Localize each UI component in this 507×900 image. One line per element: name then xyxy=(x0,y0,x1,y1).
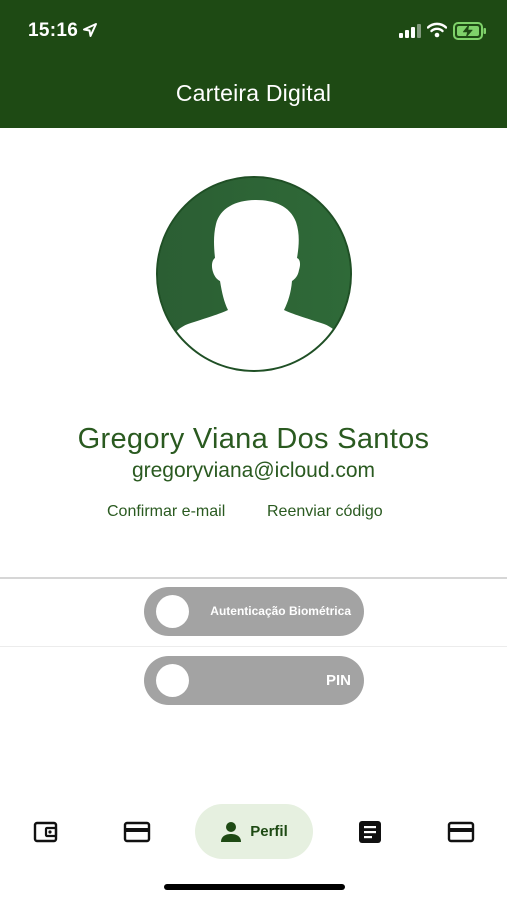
page-title: Carteira Digital xyxy=(175,80,332,106)
tab-profile-label: Perfil xyxy=(250,823,288,840)
user-email: gregoryviana@icloud.com xyxy=(131,459,376,482)
status-time: 15:16 xyxy=(28,20,79,41)
biometric-auth-toggle[interactable]: Autenticação Biométrica xyxy=(144,587,364,636)
avatar[interactable] xyxy=(156,176,352,372)
tab-wallet[interactable] xyxy=(26,814,66,850)
tab-cards-secondary[interactable] xyxy=(441,814,481,850)
credit-card-icon xyxy=(123,821,151,843)
confirm-email-link[interactable]: Confirmar e-mail xyxy=(107,503,225,521)
bottom-tab-bar: Perfil xyxy=(0,800,507,864)
divider xyxy=(0,577,507,579)
wallet-icon xyxy=(33,821,58,843)
app-header: 15:16 Carteira Digital xyxy=(0,0,507,128)
status-bar: 15:16 xyxy=(0,0,507,60)
tab-cards[interactable] xyxy=(117,814,157,850)
person-silhouette-icon xyxy=(158,178,350,370)
toggle-knob xyxy=(156,595,189,628)
person-icon xyxy=(221,821,242,842)
resend-code-link[interactable]: Reenviar código xyxy=(267,503,383,521)
signal-icon xyxy=(399,24,421,38)
biometric-auth-label: Autenticação Biométrica xyxy=(210,604,351,618)
user-name: Gregory Viana Dos Santos xyxy=(77,423,430,455)
credit-card-icon xyxy=(447,821,475,843)
tab-profile[interactable]: Perfil xyxy=(195,804,313,859)
document-icon xyxy=(359,821,381,843)
battery-charging-icon xyxy=(453,22,486,40)
toggle-knob xyxy=(156,664,189,697)
divider xyxy=(0,646,507,647)
wifi-icon xyxy=(427,22,447,38)
location-arrow-icon xyxy=(83,23,97,37)
tab-documents[interactable] xyxy=(350,814,390,850)
home-indicator[interactable] xyxy=(164,884,345,890)
pin-label: PIN xyxy=(325,672,351,689)
pin-toggle[interactable]: PIN xyxy=(144,656,364,705)
